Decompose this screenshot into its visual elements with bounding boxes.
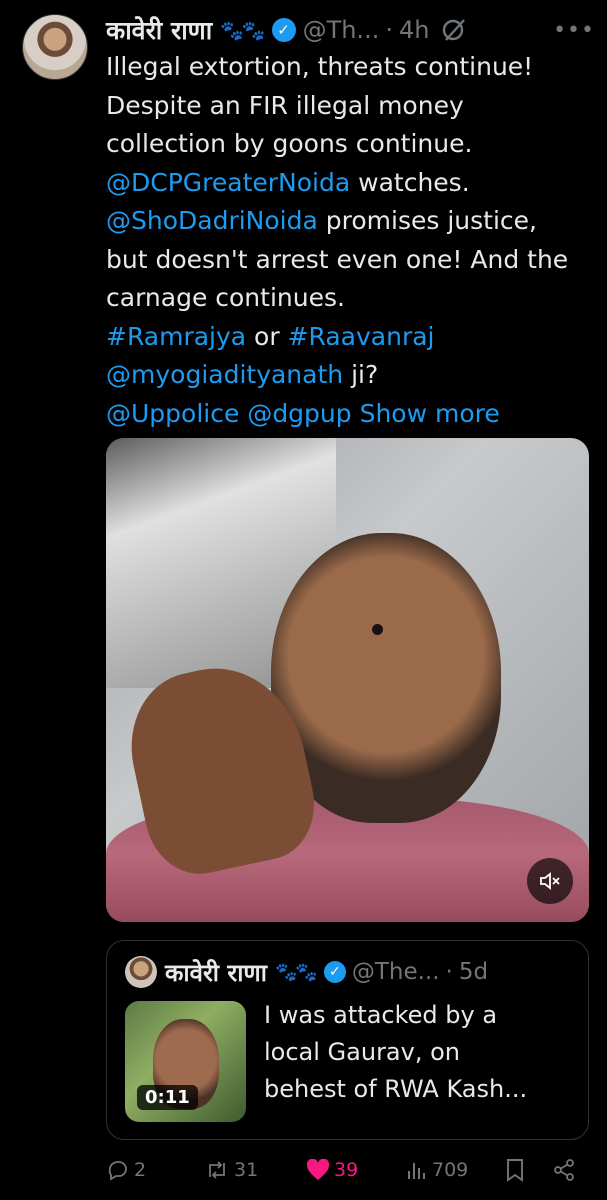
- tweet-text-line: but doesn't arrest even one! And the: [106, 241, 596, 280]
- tweet-text-segment: or: [246, 321, 288, 351]
- views-count: 709: [432, 1159, 469, 1181]
- quoted-tweet-text: I was attacked by a local Gaurav, on beh…: [264, 997, 574, 1108]
- share-icon: [552, 1158, 576, 1182]
- author-name[interactable]: कावेरी राणा: [106, 13, 212, 47]
- quoted-text-line: behest of RWA Kash...: [264, 1075, 528, 1103]
- tweet-text-segment: watches.: [350, 167, 470, 197]
- mention-link[interactable]: @myogiadityanath: [106, 360, 343, 389]
- tweet-text: Illegal extortion, threats continue! Desp…: [106, 48, 596, 433]
- tweet-text-line: @DCPGreaterNoida watches.: [106, 164, 596, 203]
- tweet-header: कावेरी राणा 🐾🐾 ✓ @Th... · 4h •••: [106, 12, 595, 48]
- show-more-link[interactable]: Show more: [352, 399, 500, 428]
- tweet-text-line: Despite an FIR illegal money: [106, 87, 596, 126]
- tweet-text-line: @ShoDadriNoida promises justice,: [106, 202, 596, 241]
- more-icon[interactable]: •••: [553, 18, 595, 43]
- repost-button[interactable]: 31: [204, 1158, 258, 1182]
- hashtag-link[interactable]: #Raavanraj: [288, 322, 435, 351]
- quoted-author-avatar: [125, 956, 157, 988]
- video-frame-subject: [372, 624, 383, 635]
- video-duration: 0:11: [137, 1085, 198, 1110]
- quoted-video-thumbnail[interactable]: 0:11: [125, 1001, 246, 1122]
- like-count: 39: [334, 1159, 359, 1181]
- share-button[interactable]: [552, 1158, 576, 1182]
- tweet-text-segment: but doesn't arrest even one! And the: [106, 244, 569, 274]
- mention-link[interactable]: @DCPGreaterNoida: [106, 168, 350, 197]
- action-bar: 2 31 39 709: [106, 1152, 586, 1188]
- tweet-text-segment: promises justice,: [317, 206, 537, 235]
- separator: ·: [445, 959, 453, 985]
- mention-link[interactable]: @dgpup: [247, 399, 351, 428]
- quoted-text-line: local Gaurav, on: [264, 1038, 460, 1066]
- tweet-text-segment: carnage continues.: [106, 283, 345, 312]
- mention-link[interactable]: @ShoDadriNoida: [106, 206, 318, 235]
- repost-count: 31: [234, 1159, 259, 1181]
- quoted-tweet[interactable]: कावेरी राणा 🐾🐾 ✓ @The... · 5d 0:11 I was…: [106, 940, 589, 1140]
- quoted-post-time: 5d: [458, 959, 489, 985]
- views-button[interactable]: 709: [406, 1159, 468, 1181]
- tweet-text-segment: collection by goons continue.: [106, 129, 473, 158]
- grok-icon[interactable]: [441, 17, 467, 43]
- tweet-text-line: collection by goons continue.: [106, 125, 596, 164]
- tweet-text-segment: Despite an FIR illegal money: [106, 90, 464, 120]
- like-icon: [306, 1159, 330, 1181]
- tweet-text-line: @Uppolice @dgpup Show more: [106, 395, 596, 434]
- quoted-tweet-header: कावेरी राणा 🐾🐾 ✓ @The... · 5d: [125, 955, 574, 989]
- tweet-text-line: #Ramrajya or #Raavanraj: [106, 318, 596, 357]
- verified-badge-icon: ✓: [271, 18, 296, 42]
- mention-link[interactable]: @Uppolice: [106, 399, 239, 428]
- tweet-text-segment: Illegal extortion, threats continue!: [106, 52, 534, 81]
- verified-badge-icon: ✓: [323, 961, 346, 983]
- video-player[interactable]: [106, 438, 589, 922]
- tweet-text-segment: ji?: [343, 360, 379, 389]
- reply-button[interactable]: 2: [106, 1158, 146, 1182]
- quoted-author-handle: @The...: [351, 959, 440, 985]
- mute-icon[interactable]: [527, 858, 573, 904]
- tweet-text-line: carnage continues.: [106, 279, 596, 318]
- separator: ·: [385, 16, 393, 44]
- quoted-author-emoji: 🐾🐾: [274, 961, 318, 983]
- bookmark-icon: [504, 1158, 526, 1182]
- bookmark-button[interactable]: [504, 1158, 526, 1182]
- views-icon: [406, 1159, 428, 1181]
- reply-count: 2: [134, 1159, 147, 1181]
- quoted-author-name: कावेरी राणा: [165, 958, 267, 987]
- hashtag-link[interactable]: #Ramrajya: [106, 322, 246, 351]
- like-button[interactable]: 39: [306, 1159, 358, 1181]
- reply-icon: [106, 1158, 130, 1182]
- author-handle[interactable]: @Th...: [303, 16, 380, 44]
- author-name-emoji: 🐾🐾: [220, 19, 265, 42]
- author-avatar[interactable]: [22, 14, 88, 80]
- repost-icon: [204, 1158, 230, 1182]
- post-time[interactable]: 4h: [399, 16, 429, 44]
- quoted-text-line: I was attacked by a: [264, 1001, 498, 1029]
- tweet-text-line: Illegal extortion, threats continue!: [106, 48, 596, 87]
- tweet-text-line: @myogiadityanath ji?: [106, 356, 596, 395]
